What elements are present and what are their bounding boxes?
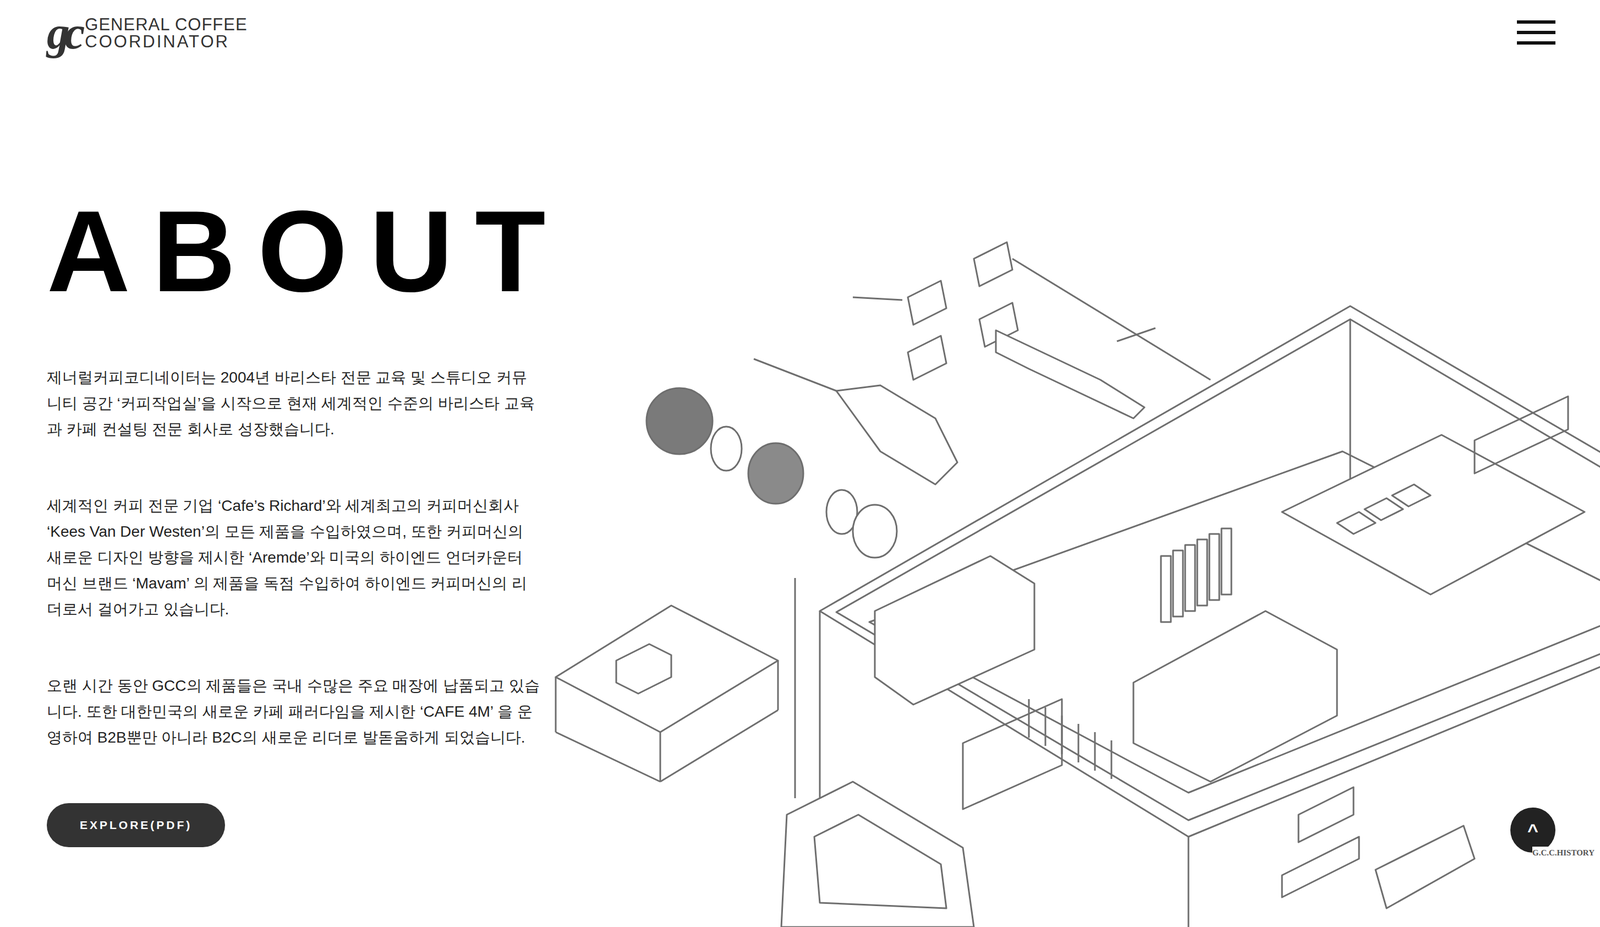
about-paragraph: 오랜 시간 동안 GCC의 제품들은 국내 수많은 주요 매장에 납품되고 있습… bbox=[46, 672, 542, 750]
about-paragraph: 제너럴커피코디네이터는 2004년 바리스타 전문 교육 및 스튜디오 커뮤니티… bbox=[46, 364, 542, 442]
about-heading: ABOUT bbox=[46, 193, 568, 310]
about-paragraph: 세계적인 커피 전문 기업 ‘Cafe’s Richard’와 세계최고의 커피… bbox=[46, 492, 542, 622]
logo[interactable]: gcGENERAL COFFEECOORDINATOR bbox=[46, 9, 248, 57]
machine-parts-illustration bbox=[550, 231, 1600, 927]
about-page: gcGENERAL COFFEECOORDINATORABOUT제너럴커피코디네… bbox=[0, 0, 1600, 927]
logo-line: COORDINATOR bbox=[84, 33, 248, 51]
explore-button[interactable]: EXPLORE(PDF) bbox=[46, 802, 226, 847]
scroll-top-button[interactable]: ^ bbox=[1510, 807, 1556, 853]
about-section: ABOUT제너럴커피코디네이터는 2004년 바리스타 전문 교육 및 스튜디오… bbox=[0, 193, 545, 847]
logo-line: GENERAL COFFEE bbox=[84, 15, 248, 34]
site-header: gcGENERAL COFFEECOORDINATOR bbox=[0, 0, 1600, 57]
logo-mark: gc bbox=[46, 9, 80, 57]
menu-icon[interactable] bbox=[1516, 20, 1556, 45]
history-link[interactable]: G.C.C.HISTORY bbox=[1532, 846, 1595, 859]
